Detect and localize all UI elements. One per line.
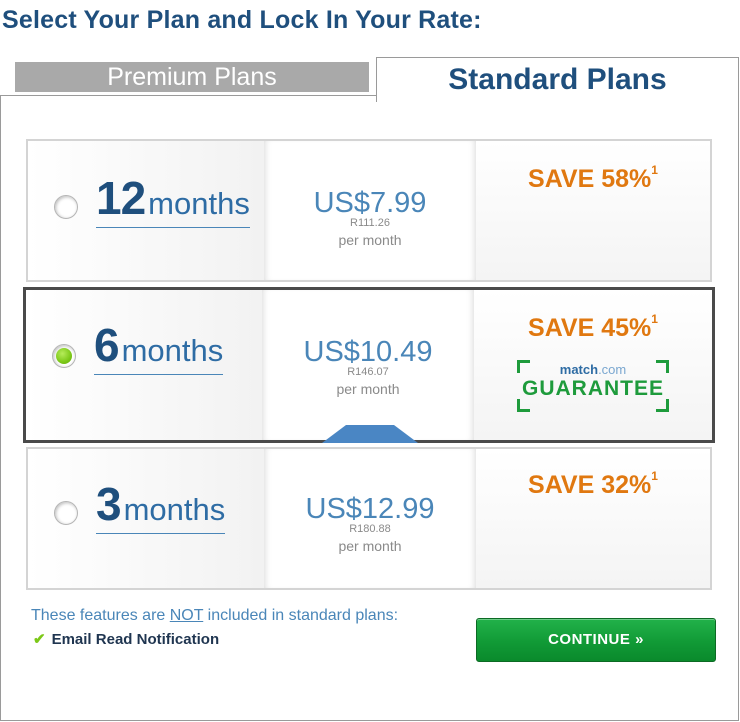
plan-savings: SAVE 58%1 — [476, 163, 710, 194]
features-note-suffix: included in standard plans: — [203, 607, 399, 624]
features-note: These features are NOT included in stand… — [31, 607, 398, 625]
page-title: Select Your Plan and Lock In Your Rate: — [2, 6, 482, 34]
plan-savings-cell: SAVE 58%1 — [476, 141, 710, 280]
radio-selected-dot — [56, 348, 72, 364]
plan-price-cell: US$12.99 R180.88 per month — [264, 449, 476, 588]
selected-plan-pointer — [322, 425, 418, 443]
continue-button[interactable]: CONTINUE » — [476, 618, 716, 662]
plan-option-12-months[interactable]: 12months US$7.99 R111.26 per month SAVE … — [26, 139, 712, 282]
plan-local-price: R146.07 — [347, 366, 389, 378]
plan-radio-3-months[interactable] — [54, 501, 78, 525]
double-chevron-right-icon: » — [635, 631, 644, 648]
plan-per-month: per month — [338, 232, 402, 248]
duration-number: 12 — [96, 172, 146, 224]
continue-button-label: CONTINUE — [548, 631, 631, 648]
savings-text: SAVE 58% — [528, 165, 652, 193]
duration-unit: months — [148, 186, 250, 221]
duration-unit: months — [123, 492, 226, 527]
features-note-emphasis: NOT — [169, 607, 204, 624]
savings-text: SAVE 32% — [528, 471, 652, 499]
brand-name: match — [559, 362, 599, 377]
tab-standard-plans[interactable]: Standard Plans — [376, 57, 739, 102]
features-note-prefix: These features are — [31, 607, 170, 624]
plan-per-month: per month — [338, 538, 402, 554]
savings-footnote: 1 — [651, 469, 658, 483]
plan-duration: 6months — [94, 318, 224, 375]
savings-footnote: 1 — [651, 163, 658, 177]
plan-price-cell: US$7.99 R111.26 per month — [264, 141, 476, 280]
duration-number: 6 — [94, 319, 120, 371]
plan-local-price: R111.26 — [350, 217, 390, 229]
feature-item: ✔ Email Read Notification — [33, 630, 219, 648]
match-guarantee-badge: match.com GUARANTEE — [517, 360, 669, 412]
duration-unit: months — [121, 333, 224, 368]
plan-savings: SAVE 32%1 — [476, 469, 710, 500]
plan-radio-6-months[interactable] — [52, 344, 76, 368]
feature-label: Email Read Notification — [51, 631, 220, 648]
plan-per-month: per month — [336, 381, 400, 397]
plan-duration: 12months — [96, 171, 250, 228]
guarantee-label: GUARANTEE — [521, 377, 664, 400]
plan-option-6-months[interactable]: 6months US$10.49 R146.07 per month SAVE … — [23, 287, 715, 443]
plan-duration-cell: 3months — [28, 449, 264, 588]
brand-suffix: .com — [598, 362, 627, 377]
guarantee-brand: match.com — [517, 362, 669, 377]
plan-price-cell: US$10.49 R146.07 per month — [262, 290, 474, 440]
plan-duration-cell: 6months — [26, 290, 262, 440]
plan-duration: 3months — [96, 477, 226, 534]
plan-radio-12-months[interactable] — [54, 195, 78, 219]
plan-price: US$7.99 — [313, 187, 427, 219]
plan-savings: SAVE 45%1 — [474, 312, 712, 343]
tab-premium-plans[interactable]: Premium Plans — [15, 62, 369, 92]
plan-savings-cell: SAVE 45%1 match.com GUARANTEE — [474, 290, 712, 440]
plan-option-3-months[interactable]: 3months US$12.99 R180.88 per month SAVE … — [26, 447, 712, 590]
plan-price: US$12.99 — [305, 493, 435, 525]
savings-footnote: 1 — [651, 312, 658, 326]
plan-price: US$10.49 — [303, 336, 433, 368]
plan-local-price: R180.88 — [349, 523, 391, 535]
savings-text: SAVE 45% — [528, 314, 652, 342]
plan-savings-cell: SAVE 32%1 — [476, 449, 710, 588]
plan-duration-cell: 12months — [28, 141, 264, 280]
checkmark-icon: ✔ — [33, 631, 46, 648]
duration-number: 3 — [96, 478, 122, 530]
